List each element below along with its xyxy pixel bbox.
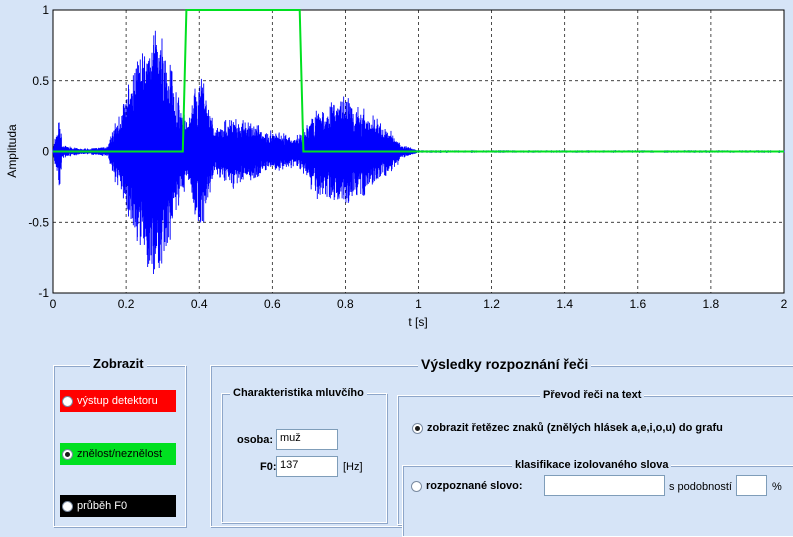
y-axis-label: Amplituda — [5, 124, 19, 178]
speaker-panel-title: Charakteristika mluvčího — [230, 387, 367, 399]
similarity-label: s podobností — [669, 481, 732, 493]
radio-f0-curve[interactable] — [62, 500, 73, 512]
y-tick-label: 0 — [42, 145, 49, 159]
x-tick-label: 1 — [415, 297, 422, 311]
option-detector-output-label: výstup detektoru — [77, 395, 158, 407]
f0-label: F0: — [260, 461, 277, 473]
x-tick-label: 1.2 — [483, 297, 500, 311]
x-tick-label: 2 — [781, 297, 788, 311]
x-tick-label: 0.6 — [264, 297, 281, 311]
classification-panel: klasifikace izolovaného slova rozpoznané… — [402, 459, 793, 537]
option-detector-output[interactable]: výstup detektoru — [60, 390, 176, 412]
y-tick-label: -0.5 — [28, 215, 49, 229]
x-axis-label: t [s] — [408, 315, 427, 329]
recognized-word-label: rozpoznané slovo: — [426, 480, 523, 492]
option-f0-curve[interactable]: průběh F0 — [60, 495, 176, 517]
waveform-chart: 0 0.2 0.4 0.6 0.8 1 1.2 1.4 1.6 1.8 2 1 0.5 0 -0.5 -1 t… — [5, 3, 788, 329]
f0-unit: [Hz] — [343, 461, 363, 473]
person-field[interactable]: muž — [276, 429, 338, 450]
results-panel: Výsledky rozpoznání řeči Charakteristika… — [210, 356, 793, 537]
x-tick-label: 1.6 — [629, 297, 646, 311]
show-string-label: zobrazit řetězec znaků (znělých hlásek a… — [427, 422, 723, 434]
y-tick-label: 1 — [42, 3, 49, 17]
x-tick-label: 0.2 — [118, 297, 135, 311]
option-voicing[interactable]: znělost/neznělost — [60, 443, 176, 465]
x-tick-label: 0.4 — [191, 297, 208, 311]
x-tick-label: 1.4 — [556, 297, 573, 311]
x-tick-label: 0 — [50, 297, 57, 311]
radio-detector-output[interactable] — [62, 395, 73, 407]
classification-panel-title: klasifikace izolovaného slova — [512, 459, 672, 471]
radio-recognized-word[interactable] — [411, 480, 422, 492]
x-tick-label: 1.8 — [703, 297, 720, 311]
option-voicing-label: znělost/neznělost — [77, 448, 162, 460]
percent-sign: % — [772, 481, 782, 493]
f0-field[interactable]: 137 — [276, 456, 338, 477]
y-tick-label: -1 — [38, 286, 49, 300]
display-panel-title: Zobrazit — [90, 356, 147, 371]
radio-show-string[interactable] — [412, 422, 423, 434]
recognized-word-option[interactable]: rozpoznané slovo: — [409, 480, 523, 492]
conversion-panel: Převod řeči na text zobrazit řetězec zna… — [397, 389, 793, 537]
similarity-field[interactable] — [736, 475, 767, 496]
results-panel-title: Výsledky rozpoznání řeči — [418, 356, 592, 372]
recognized-word-field[interactable] — [544, 475, 665, 496]
option-f0-curve-label: průběh F0 — [77, 500, 128, 512]
radio-voicing[interactable] — [62, 448, 73, 460]
conversion-panel-title: Převod řeči na text — [540, 389, 645, 401]
x-tick-label: 0.8 — [337, 297, 354, 311]
person-label: osoba: — [237, 434, 274, 446]
speaker-panel: Charakteristika mluvčího osoba: muž F0: … — [221, 387, 387, 523]
show-string-option[interactable]: zobrazit řetězec znaků (znělých hlásek a… — [410, 422, 723, 434]
display-panel: Zobrazit výstup detektoru znělost/nezněl… — [53, 356, 186, 527]
y-tick-label: 0.5 — [32, 74, 49, 88]
